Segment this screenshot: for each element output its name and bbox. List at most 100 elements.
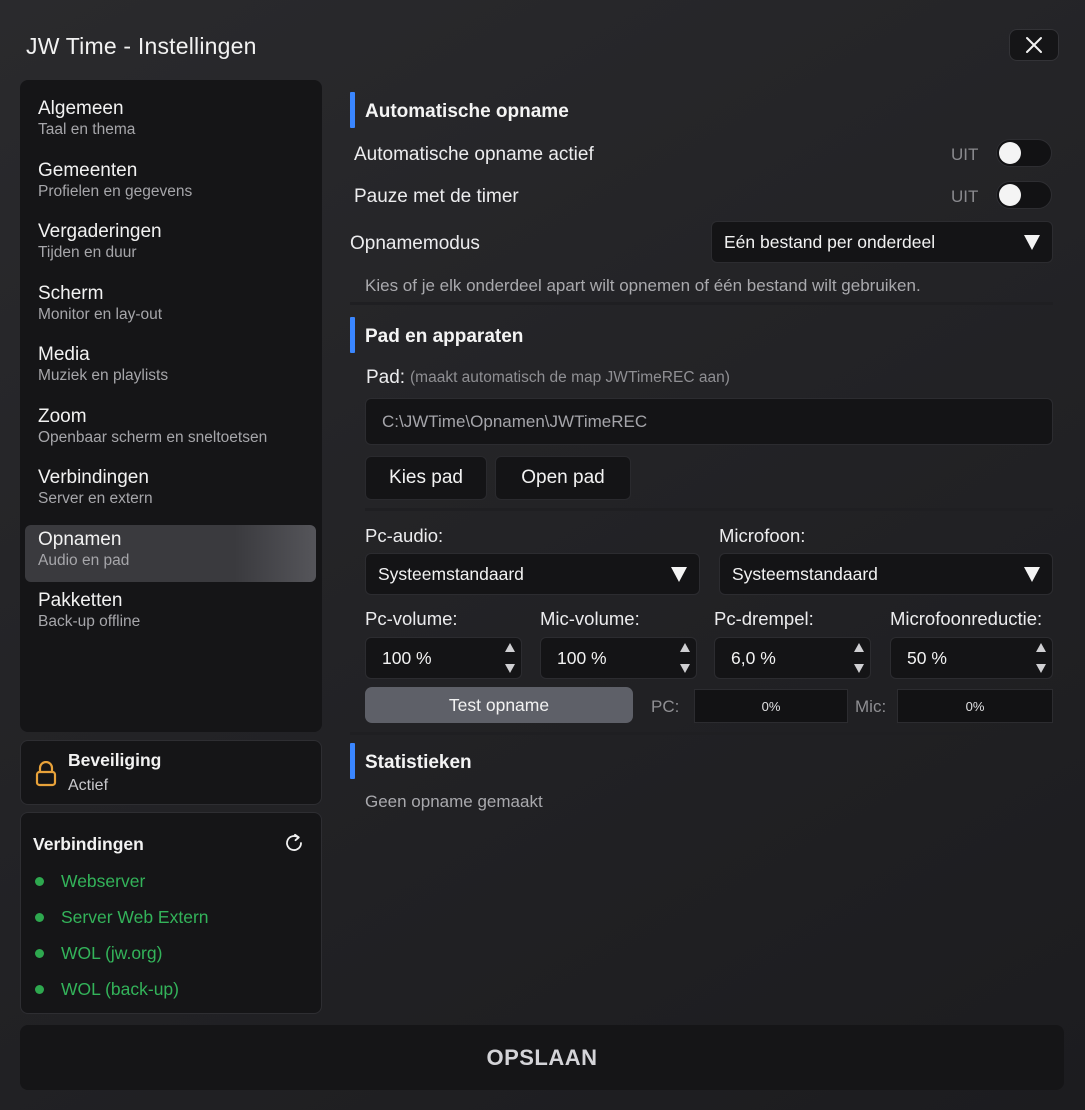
security-card[interactable]: Beveiliging Actief (20, 740, 322, 805)
sidebar-item-label: Pakketten (38, 590, 123, 611)
sidebar-item-sub: Profielen en gegevens (38, 182, 193, 200)
stepper-up-icon[interactable] (505, 643, 515, 652)
mic-level-meter: 0% (897, 689, 1053, 723)
sidebar-item-sub: Audio en pad (38, 551, 130, 569)
choose-path-button[interactable]: Kies pad (365, 456, 487, 500)
pc-level-meter: 0% (694, 689, 848, 723)
dropdown-arrow-icon (671, 566, 687, 582)
recording-mode-label: Opnamemodus (350, 233, 480, 254)
pc-audio-select[interactable]: Systeemstandaard (365, 553, 700, 595)
section-title-auto-recording: Automatische opname (365, 101, 569, 122)
mic-reduction-stepper[interactable]: 50 % (890, 637, 1053, 679)
sidebar-item-label: Verbindingen (38, 467, 149, 488)
pc-volume-stepper[interactable]: 100 % (365, 637, 522, 679)
connection-label: Server Web Extern (61, 906, 209, 927)
sidebar-item-label: Vergaderingen (38, 221, 162, 242)
mic-volume-label: Mic-volume: (540, 608, 640, 629)
section-title-path-devices: Pad en apparaten (365, 326, 524, 347)
recording-mode-select[interactable]: Eén bestand per onderdeel (711, 221, 1053, 263)
sidebar-item-sub: Tijden en duur (38, 244, 137, 261)
dropdown-arrow-icon (1024, 234, 1040, 250)
sidebar-item-sub: Muziek en playlists (38, 367, 169, 384)
pc-audio-value: Systeemstandaard (378, 563, 524, 584)
status-dot-icon (35, 948, 44, 958)
sidebar-item-pakketten[interactable]: Pakketten Back-up offline (25, 586, 316, 643)
mic-volume-value: 100 % (557, 647, 607, 668)
pc-audio-label: Pc-audio: (365, 525, 444, 546)
sidebar-item-sub: Monitor en lay-out (38, 305, 163, 323)
sidebar-item-opnamen[interactable]: Opnamen Audio en pad (25, 524, 316, 582)
mic-reduction-value: 50 % (907, 647, 947, 668)
sidebar-item-media[interactable]: Media Muziek en playlists (25, 340, 316, 397)
lock-icon (35, 761, 57, 787)
pc-volume-label: Pc-volume: (365, 608, 458, 629)
section-title-statistics: Statistieken (365, 752, 472, 773)
close-button[interactable] (1009, 29, 1059, 61)
sidebar-item-zoom[interactable]: Zoom Openbaar scherm en sneltoetsen (25, 402, 316, 459)
sidebar-item-label: Opnamen (38, 528, 122, 550)
stepper-up-icon[interactable] (1036, 643, 1046, 652)
recording-mode-hint: Kies of je elk onderdeel apart wilt opne… (365, 276, 921, 295)
sidebar-item-scherm[interactable]: Scherm Monitor en lay-out (25, 279, 316, 336)
connection-item-wol-backup: WOL (back-up) (35, 977, 179, 1001)
stepper-down-icon[interactable] (1036, 664, 1046, 673)
security-status: Actief (68, 777, 109, 794)
auto-recording-toggle[interactable] (996, 139, 1052, 167)
sidebar-item-label: Scherm (38, 282, 104, 304)
recording-mode-value: Eén bestand per onderdeel (724, 231, 936, 252)
section-accent-bar (350, 317, 355, 353)
status-dot-icon (35, 912, 44, 922)
path-input[interactable]: C:\JWTime\Opnamen\JWTimeREC (365, 398, 1053, 445)
sidebar-item-sub: Openbaar scherm en sneltoetsen (38, 428, 268, 446)
microphone-label: Microfoon: (719, 525, 806, 546)
stepper-down-icon[interactable] (505, 664, 515, 673)
refresh-icon[interactable] (283, 832, 305, 854)
sidebar-item-label: Zoom (38, 405, 87, 427)
section-accent-bar (350, 92, 355, 128)
pc-threshold-value: 6,0 % (731, 647, 776, 668)
stepper-down-icon[interactable] (680, 664, 690, 673)
window-title: JW Time - Instellingen (26, 33, 257, 59)
mic-meter-label: Mic: (855, 697, 887, 716)
connection-label: WOL (jw.org) (61, 942, 163, 963)
microphone-value: Systeemstandaard (732, 563, 878, 584)
section-divider (350, 302, 1053, 305)
pc-volume-value: 100 % (382, 647, 432, 668)
connection-label: WOL (back-up) (61, 978, 179, 999)
security-title: Beveiliging (68, 750, 162, 770)
sidebar-item-label: Media (38, 344, 90, 365)
pc-threshold-stepper[interactable]: 6,0 % (714, 637, 871, 679)
test-recording-button[interactable]: Test opname (365, 687, 633, 723)
connections-card: Verbindingen Webserver Server Web Extern… (20, 812, 322, 1014)
microphone-select[interactable]: Systeemstandaard (719, 553, 1053, 595)
sidebar-item-sub: Taal en thema (38, 121, 136, 138)
sidebar-item-verbindingen[interactable]: Verbindingen Server en extern (25, 463, 316, 520)
section-divider (350, 732, 1053, 735)
auto-recording-active-label: Automatische opname actief (354, 144, 594, 165)
stepper-up-icon[interactable] (680, 643, 690, 652)
stepper-up-icon[interactable] (854, 643, 864, 652)
sidebar-nav: Algemeen Taal en thema Gemeenten Profiel… (20, 80, 322, 732)
mic-volume-stepper[interactable]: 100 % (540, 637, 697, 679)
sidebar-item-vergaderingen[interactable]: Vergaderingen Tijden en duur (25, 217, 316, 274)
pause-with-timer-label: Pauze met de timer (354, 186, 519, 207)
save-button[interactable]: OPSLAAN (20, 1025, 1064, 1090)
pause-with-timer-toggle[interactable] (996, 181, 1052, 209)
statistics-empty-text: Geen opname gemaakt (365, 792, 543, 811)
status-dot-icon (35, 984, 44, 994)
sidebar-item-label: Gemeenten (38, 159, 138, 181)
dropdown-arrow-icon (1024, 566, 1040, 582)
sidebar-item-algemeen[interactable]: Algemeen Taal en thema (25, 94, 316, 151)
path-hint: (maakt automatisch de map JWTimeREC aan) (410, 369, 730, 386)
section-accent-bar (350, 743, 355, 779)
mic-reduction-label: Microfoonreductie: (890, 608, 1043, 629)
pause-with-timer-state: UIT (951, 187, 979, 206)
auto-recording-state: UIT (951, 145, 979, 164)
sidebar-item-label: Algemeen (38, 98, 124, 119)
sidebar-item-sub: Server en extern (38, 490, 153, 507)
connection-item-webserver: Webserver (35, 869, 145, 893)
open-path-button[interactable]: Open pad (495, 456, 631, 500)
pc-threshold-label: Pc-drempel: (714, 608, 814, 629)
sidebar-item-gemeenten[interactable]: Gemeenten Profielen en gegevens (25, 156, 316, 213)
stepper-down-icon[interactable] (854, 664, 864, 673)
